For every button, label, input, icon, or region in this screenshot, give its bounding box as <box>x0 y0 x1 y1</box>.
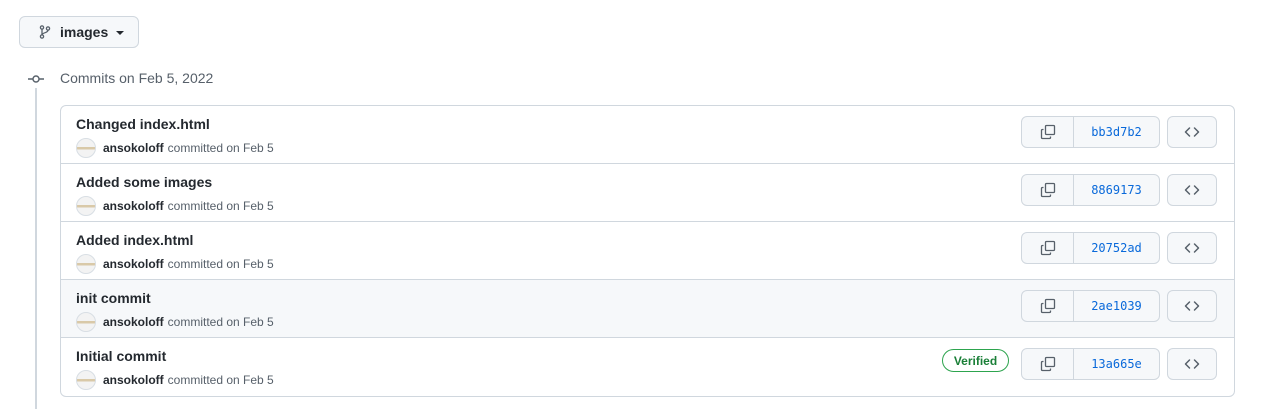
browse-repo-button[interactable] <box>1167 116 1217 148</box>
browse-repo-button[interactable] <box>1167 348 1217 380</box>
copy-icon <box>1040 298 1056 314</box>
commit-title-link[interactable]: Changed index.html <box>76 116 210 132</box>
commit-title-link[interactable]: Added index.html <box>76 232 193 248</box>
commit-sha-link[interactable]: 20752ad <box>1074 233 1159 263</box>
browse-repo-button[interactable] <box>1167 174 1217 206</box>
avatar[interactable] <box>76 138 96 158</box>
commit-title-link[interactable]: Initial commit <box>76 348 166 364</box>
commit-date-text: committed on Feb 5 <box>167 315 274 329</box>
commit-row: Added index.html ansokoloff committed on… <box>61 221 1234 279</box>
commit-row: Changed index.html ansokoloff committed … <box>61 106 1234 163</box>
code-icon <box>1184 182 1200 198</box>
commit-row: init commit ansokoloff committed on Feb … <box>61 279 1234 337</box>
commit-title-link[interactable]: Added some images <box>76 174 212 190</box>
avatar[interactable] <box>76 196 96 216</box>
branch-select-button[interactable]: images <box>19 16 139 48</box>
commit-author-link[interactable]: ansokoloff <box>103 141 164 155</box>
commit-sha-group: 8869173 <box>1021 174 1160 206</box>
commit-list: Changed index.html ansokoloff committed … <box>60 105 1235 397</box>
commit-sha-group: 13a665e <box>1021 348 1160 380</box>
code-icon <box>1184 298 1200 314</box>
chevron-down-icon <box>116 31 125 35</box>
commit-meta: ansokoloff committed on Feb 5 <box>76 254 274 274</box>
commit-sha-link[interactable]: 13a665e <box>1074 349 1159 379</box>
commit-date-text: committed on Feb 5 <box>167 373 274 387</box>
commit-author-link[interactable]: ansokoloff <box>103 199 164 213</box>
code-icon <box>1184 240 1200 256</box>
commit-author-link[interactable]: ansokoloff <box>103 257 164 271</box>
copy-sha-button[interactable] <box>1022 349 1074 379</box>
code-icon <box>1184 124 1200 140</box>
commit-title-link[interactable]: init commit <box>76 290 151 306</box>
copy-sha-button[interactable] <box>1022 233 1074 263</box>
commit-meta: ansokoloff committed on Feb 5 <box>76 196 274 216</box>
copy-sha-button[interactable] <box>1022 175 1074 205</box>
commit-sha-group: 2ae1039 <box>1021 290 1160 322</box>
commit-row: Added some images ansokoloff committed o… <box>61 163 1234 221</box>
commit-sha-link[interactable]: 8869173 <box>1074 175 1159 205</box>
git-branch-icon <box>37 24 53 40</box>
verified-badge[interactable]: Verified <box>942 349 1009 372</box>
copy-icon <box>1040 124 1056 140</box>
commit-sha-group: 20752ad <box>1021 232 1160 264</box>
avatar[interactable] <box>76 254 96 274</box>
commit-sha-group: bb3d7b2 <box>1021 116 1160 148</box>
commit-sha-link[interactable]: bb3d7b2 <box>1074 117 1159 147</box>
avatar[interactable] <box>76 312 96 332</box>
copy-icon <box>1040 182 1056 198</box>
copy-icon <box>1040 356 1056 372</box>
copy-icon <box>1040 240 1056 256</box>
avatar[interactable] <box>76 370 96 390</box>
commits-date-heading: Commits on Feb 5, 2022 <box>60 70 214 86</box>
commit-meta: ansokoloff committed on Feb 5 <box>76 370 274 390</box>
git-commit-icon <box>27 71 45 87</box>
browse-repo-button[interactable] <box>1167 290 1217 322</box>
browse-repo-button[interactable] <box>1167 232 1217 264</box>
copy-sha-button[interactable] <box>1022 117 1074 147</box>
commit-row: Initial commit ansokoloff committed on F… <box>61 337 1234 395</box>
commit-date-text: committed on Feb 5 <box>167 141 274 155</box>
branch-name: images <box>60 24 109 40</box>
commit-sha-link[interactable]: 2ae1039 <box>1074 291 1159 321</box>
commit-date-text: committed on Feb 5 <box>167 257 274 271</box>
commit-author-link[interactable]: ansokoloff <box>103 315 164 329</box>
commit-date-text: committed on Feb 5 <box>167 199 274 213</box>
copy-sha-button[interactable] <box>1022 291 1074 321</box>
commit-author-link[interactable]: ansokoloff <box>103 373 164 387</box>
code-icon <box>1184 356 1200 372</box>
commit-meta: ansokoloff committed on Feb 5 <box>76 312 274 332</box>
commit-meta: ansokoloff committed on Feb 5 <box>76 138 274 158</box>
timeline-line <box>35 88 37 409</box>
